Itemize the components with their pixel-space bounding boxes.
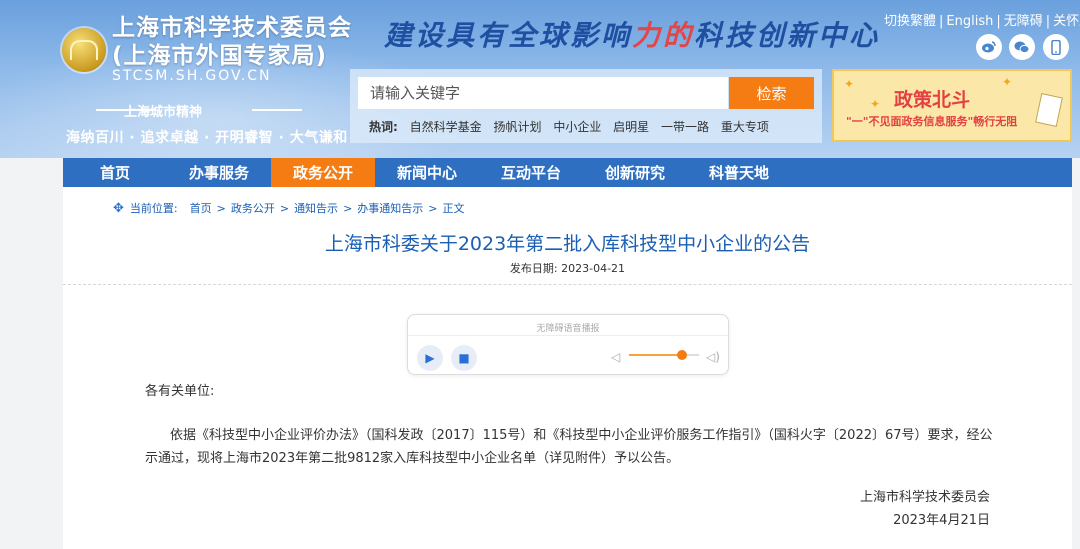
link-care-mode[interactable]: 关怀版 (1053, 14, 1080, 29)
player-label: 无障碍语音播报 (536, 324, 600, 334)
audio-player: 无障碍语音播报 ▶ ■ ◁ ◁) (407, 314, 729, 375)
top-links: 切换繁體|English|无障碍|关怀版 (884, 10, 1080, 29)
site-header: 上海市科学技术委员会 (上海市外国专家局) STCSM.SH.GOV.CN 建设… (0, 0, 1080, 158)
volume-knob[interactable] (676, 350, 687, 360)
main-nav: 首页 办事服务 政务公开 新闻中心 互动平台 创新研究 科普天地 (63, 158, 1072, 187)
stop-icon[interactable]: ■ (451, 345, 477, 371)
title-divider (63, 284, 1072, 285)
player-divider (408, 335, 728, 336)
search-input[interactable] (358, 77, 728, 109)
salutation: 各有关单位: (145, 384, 215, 399)
city-spirit-title: 上海城市精神 (124, 105, 203, 120)
header-slogan: 建设具有全球影响力的科技创新中心 (384, 14, 880, 54)
document-icon (1035, 93, 1063, 127)
org-name: 上海市科学技术委员会 (112, 15, 352, 41)
slogan-part-2: 力的 (632, 19, 695, 52)
star-icon: ✦ (1002, 75, 1013, 89)
volume-high-icon: ◁) (706, 350, 720, 364)
nav-research[interactable]: 创新研究 (583, 158, 687, 187)
breadcrumb-item[interactable]: 政务公开 (231, 200, 275, 216)
site-domain: STCSM.SH.GOV.CN (112, 68, 272, 84)
body-paragraph-line-2: 示通过，现将上海市2023年第二批9812家入库科技型中小企业名单（详见附件）予… (145, 451, 680, 466)
policy-banner[interactable]: ✦ ✦ ✦ 政策北斗 "一"不见面政务信息服务"畅行无阻 (832, 69, 1072, 142)
nav-services[interactable]: 办事服务 (167, 158, 271, 187)
breadcrumb-item[interactable]: 办事通知告示 (357, 200, 423, 216)
banner-title: 政策北斗 (894, 89, 971, 111)
signature-date: 2023年4月21日 (893, 513, 990, 528)
play-icon[interactable]: ▶ (417, 345, 443, 371)
banner-subtitle: "一"不见面政务信息服务"畅行无阻 (846, 115, 1018, 128)
breadcrumb-item[interactable]: 通知告示 (294, 200, 338, 216)
city-spirit-text: 海纳百川 · 追求卓越 · 开明睿智 · 大气谦和 (66, 130, 348, 146)
link-english[interactable]: English (946, 14, 993, 29)
hot-words-label: 热词: (369, 120, 398, 134)
breadcrumb-item: 正文 (442, 202, 465, 215)
publish-date: 发布日期: 2023-04-21 (509, 262, 626, 275)
slogan-part-3: 科技创新中心 (694, 19, 881, 52)
weibo-icon[interactable] (976, 34, 1002, 60)
mobile-icon[interactable] (1043, 34, 1069, 60)
volume-slider[interactable] (629, 350, 699, 360)
body-paragraph-line-1: 依据《科技型中小企业评价办法》（国科发政〔2017〕115号）和《科技型中小企业… (170, 428, 993, 443)
emblem-logo[interactable] (62, 28, 106, 72)
nav-interaction[interactable]: 互动平台 (479, 158, 583, 187)
article-title: 上海市科委关于2023年第二批入库科技型中小企业的公告 (324, 233, 811, 255)
nav-news[interactable]: 新闻中心 (375, 158, 479, 187)
nav-gov-open[interactable]: 政务公开 (271, 158, 375, 187)
hot-word[interactable]: 启明星 (613, 120, 649, 134)
signature: 上海市科学技术委员会 (859, 490, 990, 505)
hot-word[interactable]: 自然科学基金 (410, 120, 482, 134)
breadcrumb-item[interactable]: 首页 (190, 200, 212, 216)
star-icon: ✦ (844, 77, 855, 91)
link-accessibility[interactable]: 无障碍 (1004, 14, 1043, 29)
breadcrumb: ✥ 当前位置: 首页 > 政务公开 > 通知告示 > 办事通知告示 > 正文 (113, 200, 465, 216)
search-button[interactable]: 检索 (729, 77, 814, 109)
hot-word[interactable]: 一带一路 (661, 120, 709, 134)
star-icon: ✦ (870, 97, 881, 111)
hot-word[interactable]: 中小企业 (553, 120, 601, 134)
spirit-divider-right (252, 109, 302, 111)
hot-word[interactable]: 扬帆计划 (493, 120, 541, 134)
nav-science[interactable]: 科普天地 (687, 158, 791, 187)
volume-fill (629, 354, 682, 356)
wechat-icon[interactable] (1009, 34, 1035, 60)
slogan-part-1: 建设具有全球影响 (384, 19, 633, 52)
link-traditional[interactable]: 切换繁體 (884, 14, 936, 29)
org-subtitle: (上海市外国专家局) (112, 43, 328, 69)
breadcrumb-label: 当前位置: (129, 202, 178, 215)
hot-words: 热词: 自然科学基金 扬帆计划 中小企业 启明星 一带一路 重大专项 (369, 118, 777, 135)
hot-word[interactable]: 重大专项 (721, 120, 769, 134)
location-icon: ✥ (113, 200, 124, 216)
volume-low-icon: ◁ (611, 350, 621, 364)
nav-home[interactable]: 首页 (63, 158, 167, 187)
